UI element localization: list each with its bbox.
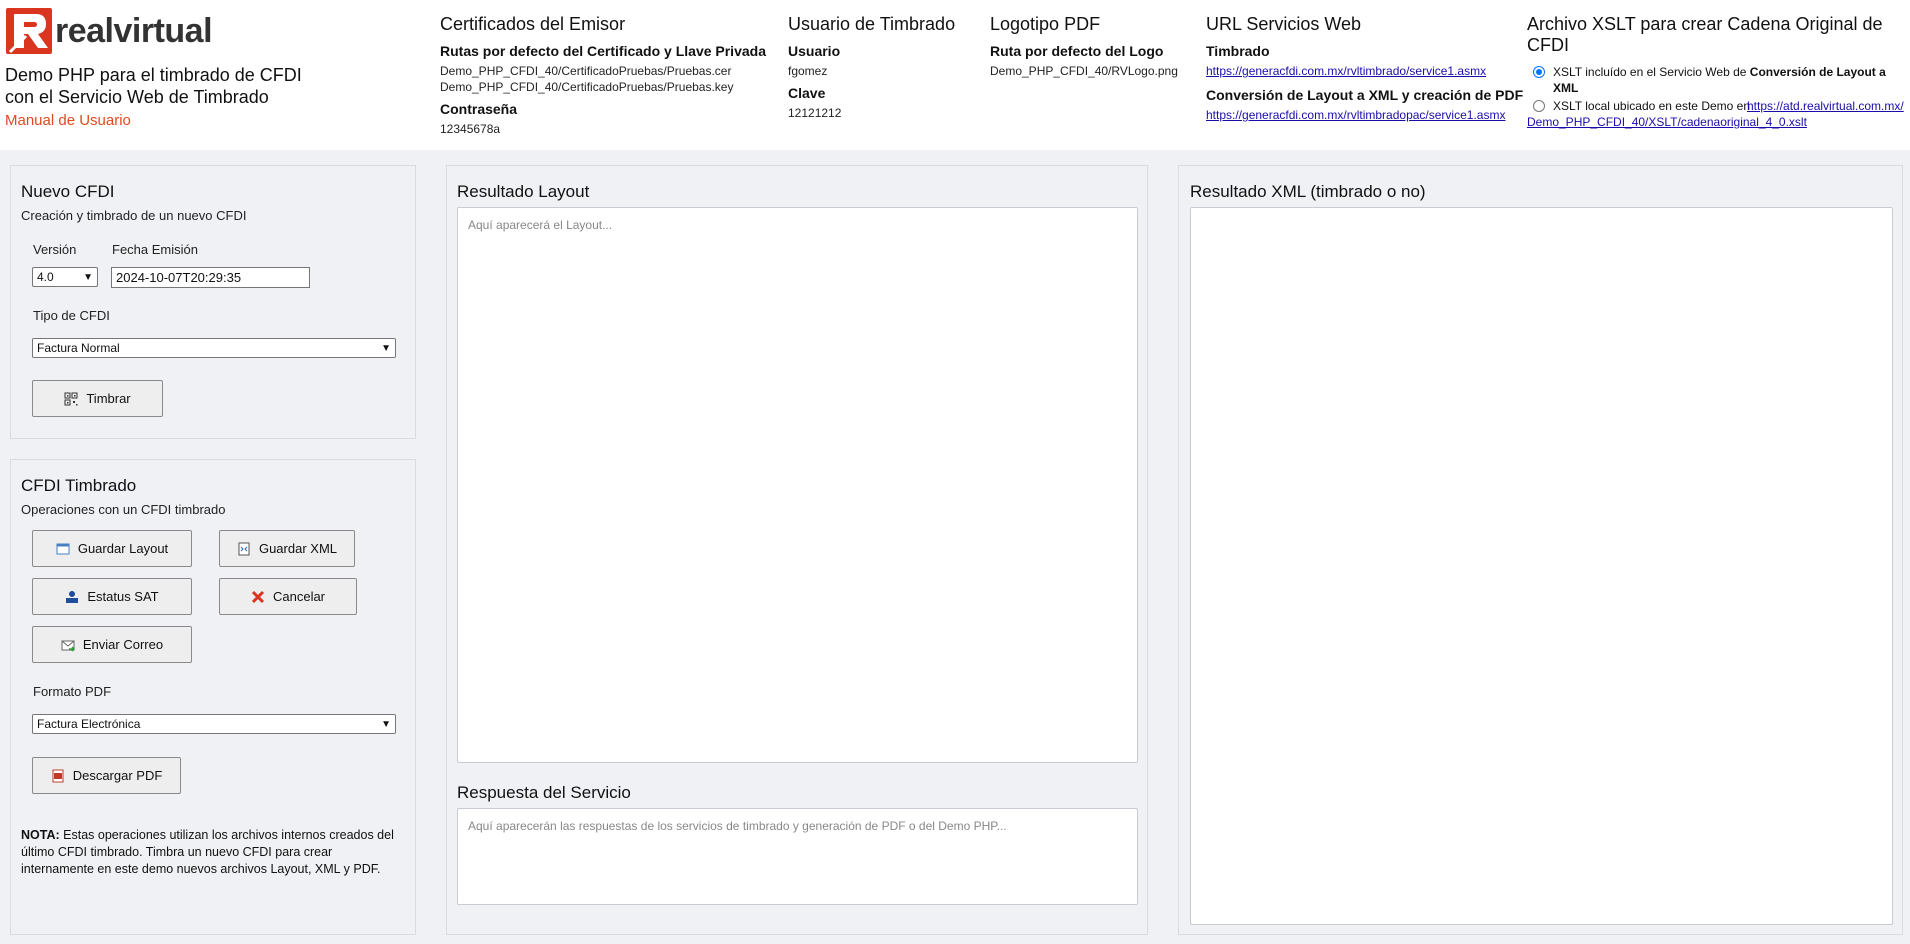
header: realvirtual Demo PHP para el timbrado de… — [0, 0, 1910, 150]
version-select-value: 4.0 — [37, 270, 54, 284]
demo-title: Demo PHP para el timbrado de CFDI con el… — [5, 65, 302, 107]
clave-label: Clave — [788, 85, 826, 101]
conversion-url-link[interactable]: https://generacfdi.com.mx/rvltimbradopac… — [1206, 107, 1523, 123]
logotipo-section: Logotipo PDF Ruta por defecto del Logo D… — [990, 14, 1178, 85]
formato-pdf-label: Formato PDF — [33, 684, 112, 699]
qr-code-icon — [64, 392, 78, 406]
password-value: 12345678a — [440, 122, 501, 136]
timbrar-label: Timbrar — [86, 391, 131, 406]
chevron-down-icon: ▼ — [83, 271, 93, 283]
url-servicios-section: URL Servicios Web Timbrado https://gener… — [1206, 14, 1523, 131]
nuevo-cfdi-panel: Nuevo CFDI Creación y timbrado de un nue… — [10, 165, 416, 439]
xslt-service-radio[interactable] — [1533, 66, 1545, 78]
resultado-layout-textarea[interactable]: Aquí aparecerá el Layout... — [457, 207, 1138, 763]
realvirtual-logo-icon — [6, 8, 52, 54]
respuesta-servicio-title: Respuesta del Servicio — [457, 783, 631, 802]
xslt-option2-text: XSLT local ubicado en este Demo en — [1553, 99, 1751, 113]
timbrado-url-link[interactable]: https://generacfdi.com.mx/rvltimbrado/se… — [1206, 63, 1523, 79]
version-select[interactable]: 4.0 ▼ — [32, 267, 98, 287]
estatus-sat-button[interactable]: Estatus SAT — [32, 578, 192, 615]
xslt-local-radio[interactable] — [1533, 100, 1545, 112]
resultado-panel: Resultado Layout Aquí aparecerá el Layou… — [446, 165, 1148, 935]
tipo-cfdi-label: Tipo de CFDI — [33, 308, 110, 323]
xslt-option1-text: XSLT incluído en el Servicio Web de — [1553, 65, 1750, 79]
layout-window-icon — [56, 542, 70, 556]
sat-icon — [65, 590, 79, 604]
certificados-title: Certificados del Emisor — [440, 14, 626, 34]
password-label: Contraseña — [440, 101, 518, 117]
close-icon — [251, 590, 265, 604]
key-path: Demo_PHP_CFDI_40/CertificadoPruebas/Prue… — [440, 80, 734, 94]
tipo-cfdi-select[interactable]: Factura Normal ▼ — [32, 338, 396, 358]
logo-ruta-label: Ruta por defecto del Logo — [990, 43, 1164, 59]
descargar-pdf-label: Descargar PDF — [72, 768, 163, 783]
guardar-xml-label: Guardar XML — [258, 541, 338, 556]
email-send-icon — [61, 638, 75, 652]
url-servicios-title: URL Servicios Web — [1206, 14, 1362, 34]
rutas-label: Rutas por defecto del Certificado y Llav… — [440, 43, 766, 59]
manual-link[interactable]: Manual de Usuario — [5, 112, 131, 129]
logotipo-title: Logotipo PDF — [990, 14, 1101, 34]
cfdi-timbrado-panel: CFDI Timbrado Operaciones con un CFDI ti… — [10, 459, 416, 935]
conversion-label: Conversión de Layout a XML y creación de… — [1206, 87, 1524, 103]
xslt-option-service[interactable]: XSLT incluído en el Servicio Web de Conv… — [1527, 64, 1907, 96]
formato-pdf-value: Factura Electrónica — [37, 717, 141, 731]
timbrar-button[interactable]: Timbrar — [32, 380, 163, 417]
estatus-sat-label: Estatus SAT — [87, 589, 159, 604]
resultado-xml-panel: Resultado XML (timbrado o no) — [1178, 165, 1903, 935]
nuevo-cfdi-subtitle: Creación y timbrado de un nuevo CFDI — [21, 208, 247, 223]
certificados-section: Certificados del Emisor Rutas por defect… — [440, 14, 766, 143]
respuesta-servicio-textarea[interactable]: Aquí aparecerán las respuestas de los se… — [457, 808, 1138, 905]
logo-ruta-value: Demo_PHP_CFDI_40/RVLogo.png — [990, 64, 1178, 78]
cfdi-timbrado-title: CFDI Timbrado — [21, 476, 137, 495]
xslt-title: Archivo XSLT para crear Cadena Original … — [1527, 14, 1883, 55]
clave-value: 12121212 — [788, 106, 842, 120]
cancelar-button[interactable]: Cancelar — [219, 578, 357, 615]
timbrado-label: Timbrado — [1206, 43, 1270, 59]
descargar-pdf-button[interactable]: Descargar PDF — [32, 757, 181, 794]
logo-text: realvirtual — [55, 11, 213, 50]
formato-pdf-select[interactable]: Factura Electrónica ▼ — [32, 714, 396, 734]
enviar-correo-label: Enviar Correo — [82, 637, 164, 652]
user-label: Usuario — [788, 43, 841, 59]
resultado-layout-title: Resultado Layout — [457, 182, 590, 201]
resultado-xml-textarea[interactable] — [1190, 207, 1893, 925]
user-value: fgomez — [788, 64, 828, 78]
guardar-layout-button[interactable]: Guardar Layout — [32, 530, 192, 567]
enviar-correo-button[interactable]: Enviar Correo — [32, 626, 192, 663]
nota-body: Estas operaciones utilizan los archivos … — [21, 828, 394, 876]
nota-text: NOTA: Estas operaciones utilizan los arc… — [21, 827, 406, 878]
fecha-emision-input[interactable]: 2024-10-07T20:29:35 — [111, 267, 310, 288]
chevron-down-icon: ▼ — [381, 718, 391, 730]
usuario-title: Usuario de Timbrado — [788, 14, 956, 34]
cancelar-label: Cancelar — [272, 589, 326, 604]
xslt-section: Archivo XSLT para crear Cadena Original … — [1527, 14, 1907, 130]
version-label: Versión — [33, 242, 77, 257]
resultado-xml-title: Resultado XML (timbrado o no) — [1190, 182, 1426, 201]
chevron-down-icon: ▼ — [381, 342, 391, 354]
cfdi-timbrado-subtitle: Operaciones con un CFDI timbrado — [21, 502, 226, 517]
nota-bold: NOTA: — [21, 828, 60, 842]
guardar-layout-label: Guardar Layout — [77, 541, 169, 556]
pdf-file-icon — [51, 769, 65, 783]
nuevo-cfdi-title: Nuevo CFDI — [21, 182, 115, 201]
cer-path: Demo_PHP_CFDI_40/CertificadoPruebas/Prue… — [440, 64, 732, 78]
usuario-section: Usuario de Timbrado Usuario fgomez Clave… — [788, 14, 955, 127]
tipo-cfdi-value: Factura Normal — [37, 341, 120, 355]
logo: realvirtual — [6, 8, 213, 54]
fecha-label: Fecha Emisión — [112, 242, 198, 257]
xml-file-icon — [237, 542, 251, 556]
guardar-xml-button[interactable]: Guardar XML — [219, 530, 355, 567]
